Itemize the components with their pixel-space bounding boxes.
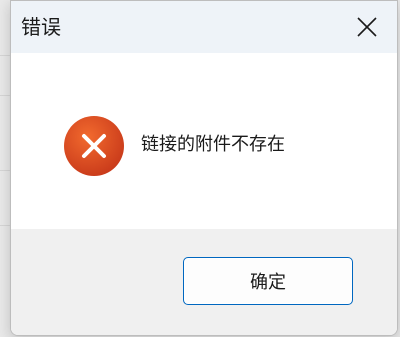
error-message: 链接的附件不存在 <box>141 134 285 155</box>
error-dialog: 错误 链接的附件不存在 确定 <box>10 0 398 336</box>
dialog-title: 错误 <box>21 15 61 39</box>
title-bar: 错误 <box>11 1 397 53</box>
dialog-content: 链接的附件不存在 <box>11 53 397 229</box>
close-icon <box>357 17 377 37</box>
error-icon <box>64 116 124 176</box>
dialog-footer: 确定 <box>11 229 397 335</box>
ok-button[interactable]: 确定 <box>183 257 353 305</box>
close-button[interactable] <box>337 1 397 53</box>
